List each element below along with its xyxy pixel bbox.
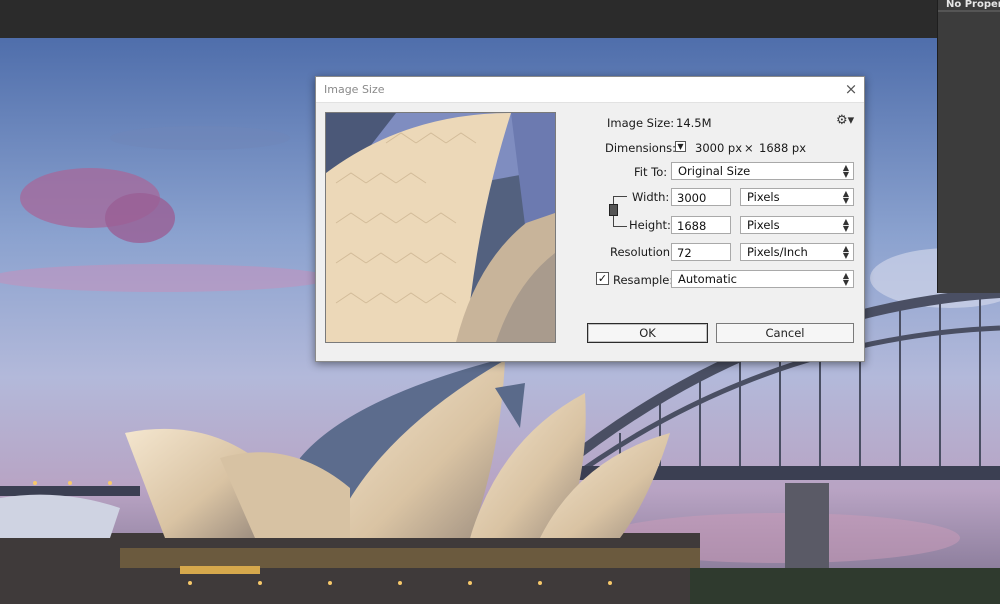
dimensions-x: × [744, 141, 754, 155]
dialog-title: Image Size [324, 83, 385, 96]
width-input[interactable]: 3000 [671, 188, 731, 206]
chain-link-icon[interactable] [609, 204, 618, 216]
cancel-button[interactable]: Cancel [716, 323, 854, 343]
select-arrows-icon: ▲ ▼ [842, 189, 849, 205]
resolution-input[interactable]: 72 [671, 243, 731, 261]
select-arrows-icon: ▲ ▼ [842, 244, 849, 260]
preview-image [326, 113, 555, 342]
resample-checkbox[interactable]: ✓ [596, 272, 609, 285]
properties-panel-title: No Properties [946, 0, 1000, 10]
properties-panel: No Properties [937, 0, 1000, 293]
dimensions-height: 1688 px [759, 141, 807, 155]
select-arrows-icon: ▲ ▼ [842, 163, 849, 179]
height-unit-select[interactable]: Pixels ▲ ▼ [740, 216, 854, 234]
resample-select[interactable]: Automatic ▲ ▼ [671, 270, 854, 288]
select-arrows-icon: ▲ ▼ [842, 217, 849, 233]
close-icon[interactable]: × [842, 80, 860, 98]
width-label: Width: [632, 190, 670, 204]
resample-value: Automatic [678, 272, 737, 286]
width-unit-select[interactable]: Pixels ▲ ▼ [740, 188, 854, 206]
dimensions-width: 3000 px [695, 141, 743, 155]
panel-divider [938, 10, 1000, 12]
app-top-bar [0, 0, 1000, 38]
dropdown-triangle-icon[interactable]: ▼ [675, 141, 686, 152]
resolution-unit-value: Pixels/Inch [747, 245, 808, 259]
resolution-unit-select[interactable]: Pixels/Inch ▲ ▼ [740, 243, 854, 261]
image-size-label: Image Size: [607, 116, 675, 130]
resample-label: Resample: [613, 273, 674, 287]
constrain-bracket-top [613, 196, 627, 197]
fit-to-select[interactable]: Original Size ▲ ▼ [671, 162, 854, 180]
ok-button[interactable]: OK [587, 323, 708, 343]
select-arrows-icon: ▲ ▼ [842, 271, 849, 287]
image-size-value: 14.5M [676, 116, 712, 130]
dialog-title-bar[interactable]: Image Size × [316, 77, 864, 103]
image-size-dialog: Image Size × Image Size: 14.5M ⚙▾ Dimens… [315, 76, 865, 362]
height-label: Height: [629, 218, 671, 232]
fit-to-label: Fit To: [634, 165, 668, 179]
constrain-bracket-bottom [613, 226, 627, 227]
width-unit-value: Pixels [747, 190, 780, 204]
fit-to-value: Original Size [678, 164, 751, 178]
image-preview[interactable] [325, 112, 556, 343]
gear-icon[interactable]: ⚙▾ [836, 113, 854, 128]
height-unit-value: Pixels [747, 218, 780, 232]
resolution-label: Resolution: [610, 245, 674, 259]
height-input[interactable]: 1688 [671, 216, 731, 234]
dimensions-label: Dimensions: [605, 141, 676, 155]
